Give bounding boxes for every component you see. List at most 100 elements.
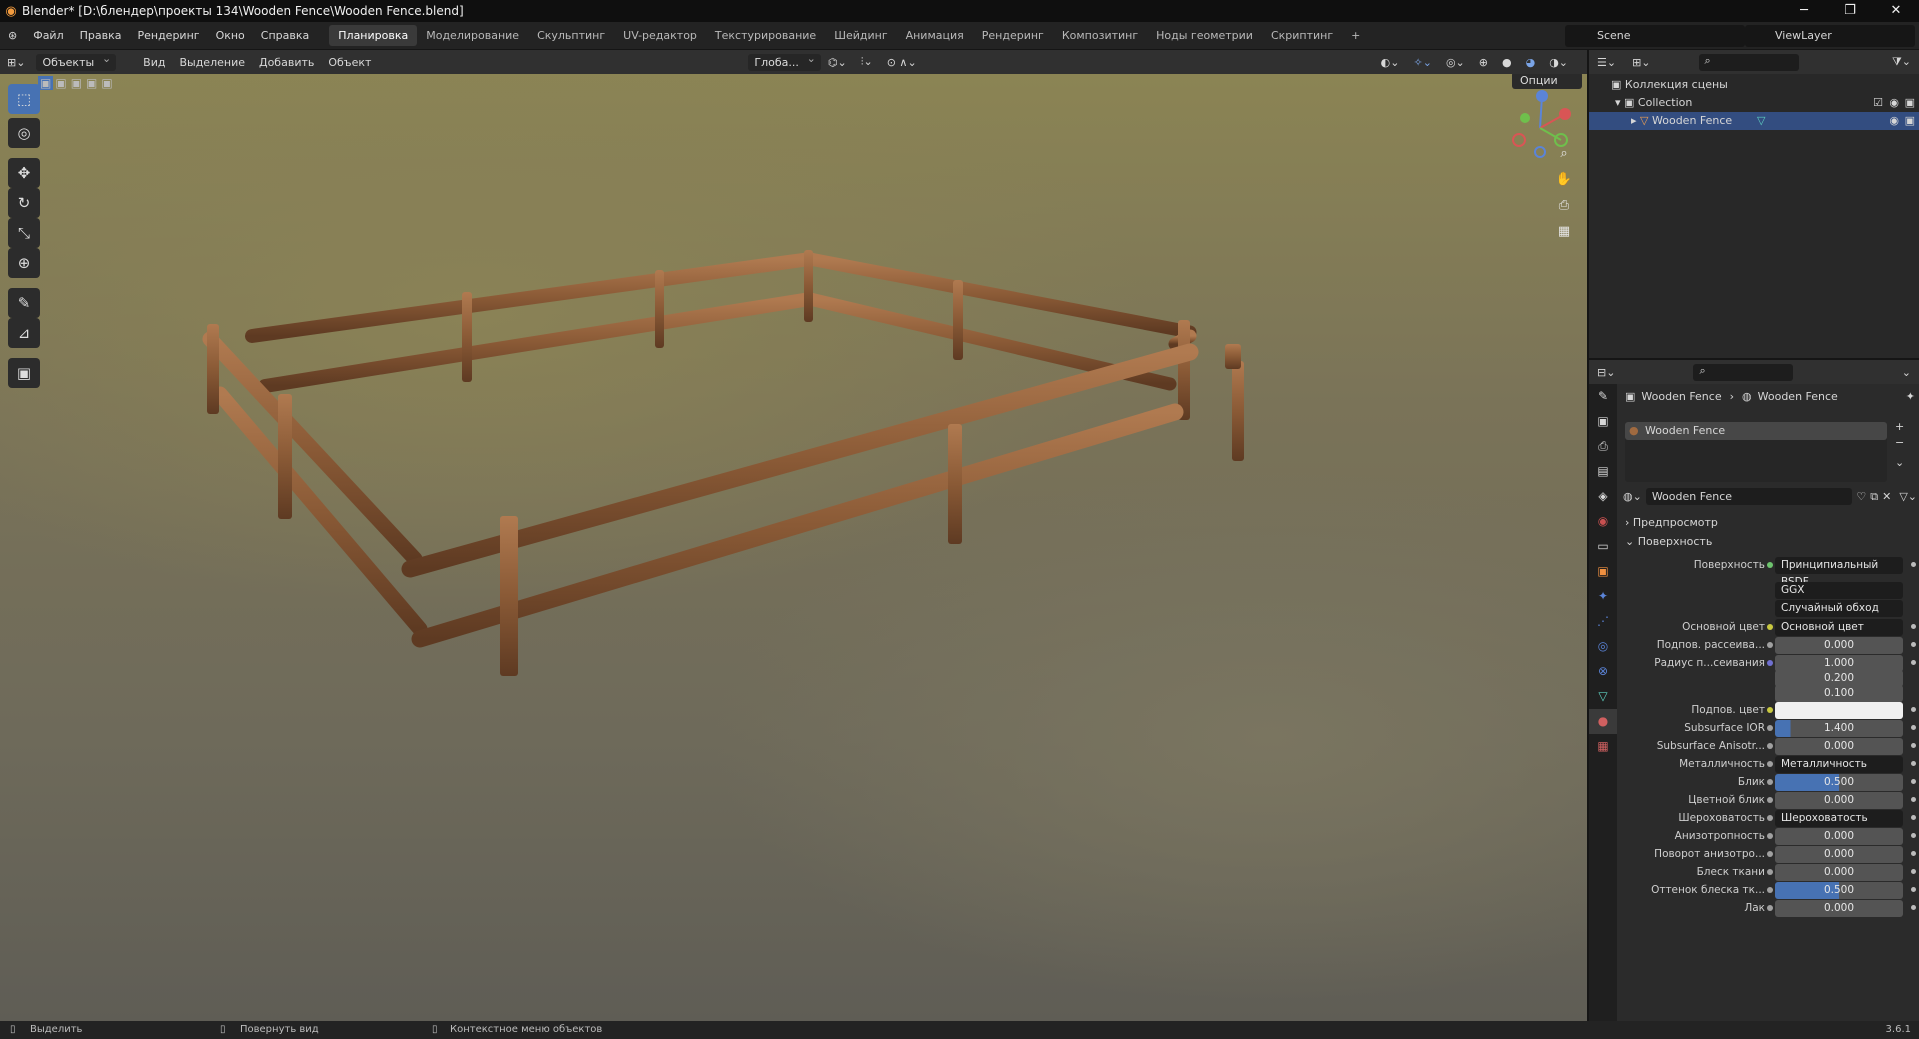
tool-tab-icon[interactable]: ✎ — [1589, 384, 1617, 409]
transform-orientation-dropdown[interactable]: Глоба... — [748, 52, 821, 71]
keyframe-icon[interactable] — [1911, 707, 1916, 712]
select-new-icon[interactable]: ▣ — [38, 76, 54, 90]
pivot-icon[interactable]: ⌬⌄ — [821, 54, 854, 71]
menu-view[interactable]: Вид — [136, 54, 172, 71]
property-field[interactable]: 0.000 — [1775, 738, 1903, 755]
material-slot-list[interactable]: ● Wooden Fence — [1625, 422, 1887, 482]
modifier-tab-icon[interactable]: ✦ — [1589, 584, 1617, 609]
link-type-icon[interactable]: ▽⌄ — [1899, 490, 1917, 503]
snap-icon[interactable]: ⫶⌄ — [854, 53, 880, 71]
object-eye-icon[interactable]: ◉ — [1889, 112, 1899, 130]
add-workspace-icon[interactable]: + — [1342, 25, 1369, 46]
object-camera-icon[interactable]: ▣ — [1905, 112, 1915, 130]
view-layer-tab-icon[interactable]: ▤ — [1589, 459, 1617, 484]
preview-panel-header[interactable]: › Предпросмотр — [1625, 514, 1915, 532]
property-field[interactable]: 0.100 — [1775, 685, 1903, 702]
material-slot-item[interactable]: ● Wooden Fence — [1625, 422, 1887, 440]
texture-tab-icon[interactable]: ▦ — [1589, 734, 1617, 759]
tab-modeling[interactable]: Моделирование — [417, 25, 528, 46]
rotate-tool[interactable]: ↻ — [8, 188, 40, 218]
perspective-grid-icon[interactable]: ▦ — [1552, 220, 1576, 244]
tab-geometry-nodes[interactable]: Ноды геометрии — [1147, 25, 1262, 46]
scene-selector[interactable]: Scene — [1565, 25, 1745, 47]
3d-viewport[interactable]: ⬚ ◎ ✥ ↻ ⤡ ⊕ ✎ ⊿ ▣ ⌕ ✋ ⎙ ▦ Опции — [0, 74, 1587, 1021]
property-field[interactable]: Шероховатость — [1775, 810, 1903, 827]
world-tab-icon[interactable]: ◉ — [1589, 509, 1617, 534]
slot-remove-icon[interactable]: − — [1895, 436, 1904, 449]
editor-type-icon[interactable]: ⊞⌄ — [0, 54, 32, 71]
select-intersect-icon[interactable]: ▣ — [99, 76, 114, 90]
shading-solid-icon[interactable]: ● — [1495, 54, 1519, 71]
socket-icon[interactable] — [1767, 779, 1773, 785]
property-field[interactable]: Случайный обход — [1775, 600, 1903, 617]
move-tool[interactable]: ✥ — [8, 158, 40, 188]
select-box-tool[interactable]: ⬚ — [8, 84, 40, 114]
property-field[interactable]: 0.000 — [1775, 828, 1903, 845]
property-field[interactable]: 1.400 — [1775, 720, 1903, 737]
surface-panel-header[interactable]: ⌄ Поверхность — [1625, 533, 1915, 551]
physics-tab-icon[interactable]: ◎ — [1589, 634, 1617, 659]
properties-search-input[interactable]: ⌕ — [1693, 363, 1794, 381]
filter-icon[interactable]: ⧩⌄ — [1884, 55, 1919, 69]
keyframe-icon[interactable] — [1911, 725, 1916, 730]
tab-rendering[interactable]: Рендеринг — [973, 25, 1053, 46]
tab-uv-editing[interactable]: UV-редактор — [614, 25, 706, 46]
annotate-tool[interactable]: ✎ — [8, 288, 40, 318]
data-tab-icon[interactable]: ▽ — [1589, 684, 1617, 709]
viewlayer-selector[interactable]: ViewLayer — [1745, 25, 1915, 47]
socket-icon[interactable] — [1767, 624, 1773, 630]
keyframe-icon[interactable] — [1911, 815, 1916, 820]
menu-help[interactable]: Справка — [253, 29, 317, 42]
property-field[interactable]: Основной цвет — [1775, 619, 1903, 636]
tab-shading[interactable]: Шейдинг — [825, 25, 896, 46]
menu-edit[interactable]: Правка — [72, 29, 130, 42]
socket-icon[interactable] — [1767, 869, 1773, 875]
properties-editor-icon[interactable]: ⊟⌄ — [1589, 366, 1623, 379]
scene-tab-icon[interactable]: ◈ — [1589, 484, 1617, 509]
object-tab-icon[interactable]: ▣ — [1589, 559, 1617, 584]
tab-scripting[interactable]: Скриптинг — [1262, 25, 1342, 46]
shading-render-icon[interactable]: ◑⌄ — [1542, 54, 1575, 71]
constraints-tab-icon[interactable]: ⊗ — [1589, 659, 1617, 684]
property-field[interactable]: Металличность — [1775, 756, 1903, 773]
keyframe-icon[interactable] — [1911, 562, 1916, 567]
property-field[interactable] — [1775, 702, 1903, 719]
keyframe-icon[interactable] — [1911, 642, 1916, 647]
property-field[interactable]: Принципиальный BSDF — [1775, 557, 1903, 588]
property-field[interactable]: 0.000 — [1775, 637, 1903, 654]
property-field[interactable]: 0.000 — [1775, 846, 1903, 863]
fake-user-icon[interactable]: ♡ — [1856, 490, 1866, 503]
socket-icon[interactable] — [1767, 905, 1773, 911]
camera-view-icon[interactable]: ⎙ — [1552, 194, 1576, 218]
select-subtract-icon[interactable]: ▣ — [69, 76, 84, 90]
cursor-tool[interactable]: ◎ — [8, 118, 40, 148]
gizmo-icon[interactable]: ✧⌄ — [1407, 54, 1439, 71]
socket-icon[interactable] — [1767, 707, 1773, 713]
options-dropdown[interactable]: Опции — [1512, 74, 1582, 89]
property-field[interactable]: 0.000 — [1775, 900, 1903, 917]
add-cube-tool[interactable]: ▣ — [8, 358, 40, 388]
socket-icon[interactable] — [1767, 815, 1773, 821]
menu-select[interactable]: Выделение — [172, 54, 252, 71]
output-tab-icon[interactable]: ⎙ — [1589, 434, 1617, 459]
pin-icon[interactable]: ✦ — [1906, 390, 1915, 403]
keyframe-icon[interactable] — [1911, 624, 1916, 629]
property-field[interactable]: 0.500 — [1775, 882, 1903, 899]
pan-hand-icon[interactable]: ✋ — [1552, 168, 1576, 192]
material-tab-icon[interactable]: ● — [1589, 709, 1617, 734]
blender-menu-icon[interactable]: ⊛ — [0, 29, 25, 42]
select-invert-icon[interactable]: ▣ — [84, 76, 99, 90]
keyframe-icon[interactable] — [1911, 797, 1916, 802]
minimize-icon[interactable]: ─ — [1781, 0, 1827, 22]
material-browse-icon[interactable]: ◍⌄ — [1623, 490, 1642, 503]
tab-animation[interactable]: Анимация — [897, 25, 973, 46]
shading-material-icon[interactable]: ◕ — [1519, 54, 1543, 71]
collection-camera-icon[interactable]: ▣ — [1905, 94, 1915, 112]
tab-layout[interactable]: Планировка — [329, 25, 418, 46]
collection-eye-icon[interactable]: ◉ — [1889, 94, 1899, 112]
outliner-search-input[interactable]: ⌕ — [1698, 53, 1799, 71]
menu-object[interactable]: Объект — [321, 54, 378, 71]
outliner-editor-icon[interactable]: ☰⌄ — [1589, 56, 1624, 69]
display-mode-icon[interactable]: ⊞⌄ — [1624, 56, 1658, 69]
socket-icon[interactable] — [1767, 851, 1773, 857]
